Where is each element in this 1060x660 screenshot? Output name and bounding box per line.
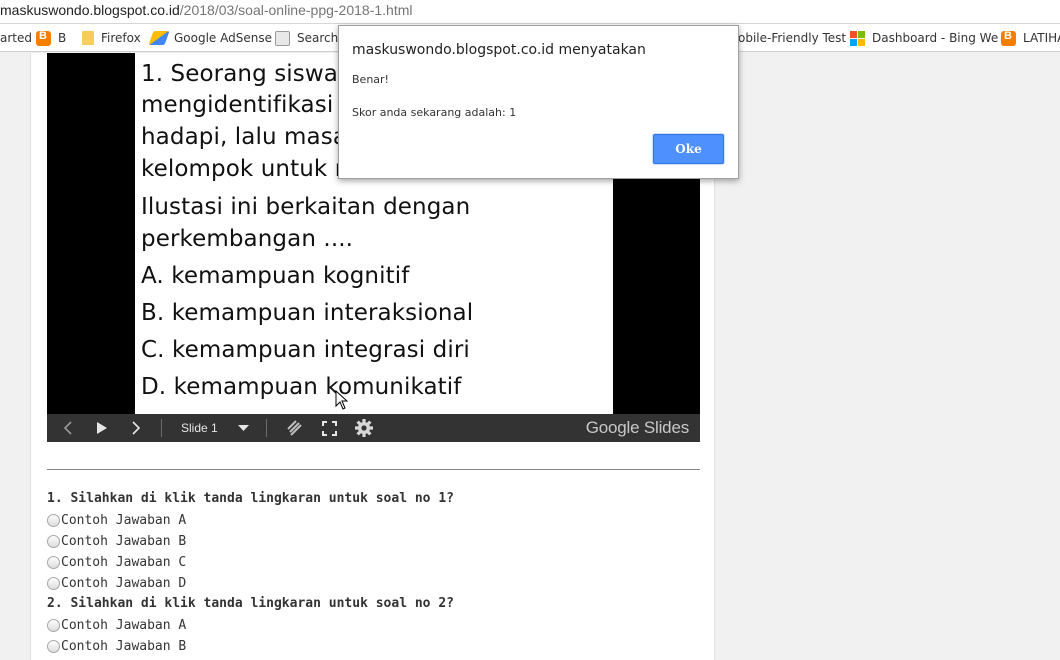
slide-option-a: A. kemampuan kognitif (141, 263, 410, 289)
previous-slide-icon[interactable] (57, 414, 79, 442)
slide-text-line: kelompok untuk m (141, 156, 358, 182)
laser-pointer-icon[interactable] (285, 414, 305, 442)
bookmark-firefox[interactable]: Firefox (82, 30, 141, 46)
bookmark-label: Google AdSense (174, 31, 272, 45)
address-bar[interactable]: maskuswondo.blogspot.co.id/2018/03/soal-… (0, 0, 1060, 24)
answer-label: Contoh Jawaban A (61, 512, 187, 528)
play-icon[interactable] (91, 414, 113, 442)
dialog-title: maskuswondo.blogspot.co.id menyatakan (352, 42, 646, 58)
bookmark-blogger[interactable]: B (36, 30, 66, 46)
bookmark-started[interactable]: arted (0, 30, 32, 46)
radio-button[interactable] (47, 513, 60, 527)
bookmark-google-adsense[interactable]: Google AdSense (148, 30, 272, 46)
answer-label: Contoh Jawaban B (61, 533, 187, 549)
bookmark-label: obile-Friendly Test (738, 31, 847, 45)
alert-dialog: maskuswondo.blogspot.co.id menyatakan Be… (338, 25, 739, 179)
slide-selector-label[interactable]: Slide 1 (181, 421, 218, 435)
slide-text-line: perkembangan .... (141, 226, 354, 252)
slide-text-line: 1. Seorang siswa d (141, 61, 361, 87)
radio-button[interactable] (47, 618, 60, 632)
bookmark-search[interactable]: Search (275, 30, 338, 46)
bookmark-label: Dashboard - Bing We (872, 31, 999, 45)
answer-option[interactable]: Contoh Jawaban A (47, 616, 186, 634)
toolbar-divider (161, 419, 162, 437)
question-2: 2. Silahkan di klik tanda lingkaran untu… (47, 596, 454, 611)
ok-button[interactable]: Oke (653, 134, 724, 164)
bookmark-label: B (58, 31, 67, 45)
radio-button[interactable] (47, 534, 60, 548)
slide-text-line: hadapi, lalu masala (141, 124, 368, 150)
folder-icon (82, 31, 94, 45)
url-text[interactable]: maskuswondo.blogspot.co.id/2018/03/soal-… (0, 2, 413, 18)
answer-label: Contoh Jawaban A (61, 617, 187, 633)
blogger-icon (1001, 30, 1016, 46)
mouse-pointer-icon (335, 389, 349, 415)
answer-option[interactable]: Contoh Jawaban A (47, 511, 186, 529)
slide-option-d: D. kemampuan komunikatif (141, 374, 462, 400)
toolbar-divider (266, 419, 267, 437)
bookmark-label: arted (0, 31, 32, 45)
url-host: maskuswondo.blogspot.co.id (0, 2, 180, 18)
slides-toolbar: Slide 1 Google Slides (47, 414, 700, 442)
slide-option-c: C. kemampuan integrasi diri (141, 337, 470, 363)
answer-label: Contoh Jawaban C (61, 554, 187, 570)
horizontal-rule (47, 469, 700, 470)
answer-option[interactable]: Contoh Jawaban B (47, 532, 186, 550)
dialog-message: Benar! (352, 73, 389, 86)
answer-label: Contoh Jawaban B (61, 638, 187, 654)
dialog-score-message: Skor anda sekarang adalah: 1 (352, 106, 517, 119)
fullscreen-icon[interactable] (319, 414, 339, 442)
bookmark-label: Firefox (101, 31, 141, 45)
answer-option[interactable]: Contoh Jawaban B (47, 637, 186, 655)
radio-button[interactable] (47, 576, 60, 590)
answer-label: Contoh Jawaban D (61, 575, 187, 591)
search-console-icon (275, 30, 290, 46)
next-slide-icon[interactable] (125, 414, 147, 442)
answer-option[interactable]: Contoh Jawaban D (47, 574, 186, 592)
question-1: 1. Silahkan di klik tanda lingkaran untu… (47, 491, 454, 506)
blogger-icon (36, 30, 51, 46)
slide-option-b: B. kemampuan interaksional (141, 300, 474, 326)
google-slides-logo: Google Slides (585, 418, 689, 437)
browser-window: maskuswondo.blogspot.co.id/2018/03/soal-… (0, 0, 1060, 660)
microsoft-icon (850, 30, 865, 46)
radio-button[interactable] (47, 555, 60, 569)
bookmark-label: LATIHA (1023, 31, 1060, 45)
slide-text-line: mengidentifikasi m (141, 92, 364, 118)
chevron-down-icon[interactable] (233, 414, 253, 442)
bookmark-label: Search (297, 31, 339, 45)
answer-option[interactable]: Contoh Jawaban C (47, 553, 186, 571)
url-path: /2018/03/soal-online-ppg-2018-1.html (179, 2, 413, 18)
bookmark-latihan[interactable]: LATIHA (1001, 30, 1060, 46)
adsense-icon (148, 31, 170, 45)
bookmark-mobile-friendly-test[interactable]: obile-Friendly Test (738, 30, 846, 46)
slide-text-line: Ilustasi ini berkaitan dengan (141, 194, 471, 220)
gear-icon[interactable] (352, 414, 376, 442)
bookmark-bing-dashboard[interactable]: Dashboard - Bing We (850, 30, 998, 46)
radio-button[interactable] (47, 639, 60, 653)
